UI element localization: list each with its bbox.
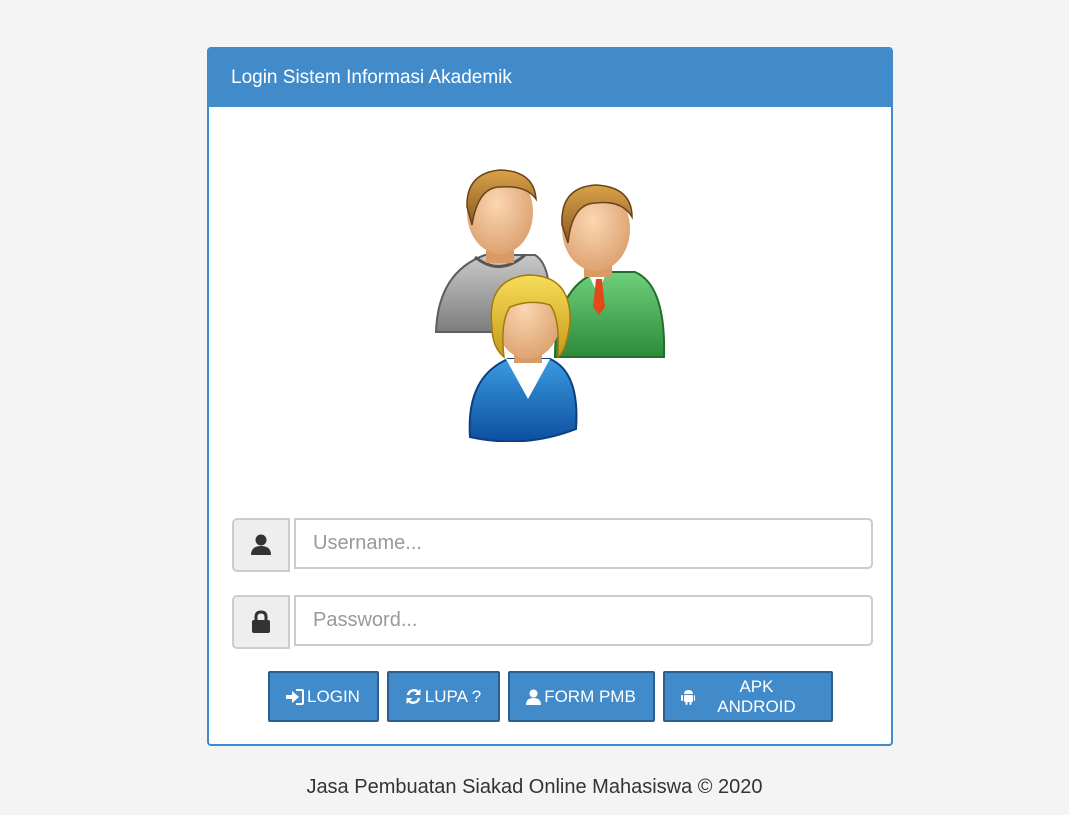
action-buttons: LOGIN LUPA ? FORM PMB APK ANDROID (209, 671, 891, 722)
panel-title: Login Sistem Informasi Akademik (209, 49, 891, 107)
login-button[interactable]: LOGIN (267, 671, 379, 722)
password-group (232, 595, 873, 649)
refresh-icon (406, 689, 421, 704)
apk-android-button[interactable]: APK ANDROID (662, 671, 833, 722)
lock-icon (252, 610, 270, 633)
users-illustration (209, 167, 891, 442)
form-pmb-button[interactable]: FORM PMB (507, 671, 655, 722)
footer-text: Jasa Pembuatan Siakad Online Mahasiswa ©… (306, 776, 763, 798)
user-icon (251, 534, 271, 555)
users-group-icon (434, 169, 666, 442)
apk-android-button-label: APK ANDROID (717, 676, 796, 716)
sign-in-icon (286, 688, 305, 705)
username-input[interactable] (294, 518, 873, 569)
lupa-button-label: LUPA ? (424, 686, 482, 706)
user-icon (526, 689, 542, 705)
username-addon (232, 518, 290, 572)
password-input[interactable] (294, 595, 873, 646)
lupa-button[interactable]: LUPA ? (386, 671, 500, 722)
password-addon (232, 595, 290, 649)
android-icon (680, 690, 696, 705)
username-group (232, 518, 873, 572)
form-pmb-button-label: FORM PMB (544, 686, 636, 706)
login-panel: Login Sistem Informasi Akademik Username… (207, 47, 893, 746)
login-button-label: LOGIN (307, 686, 360, 706)
